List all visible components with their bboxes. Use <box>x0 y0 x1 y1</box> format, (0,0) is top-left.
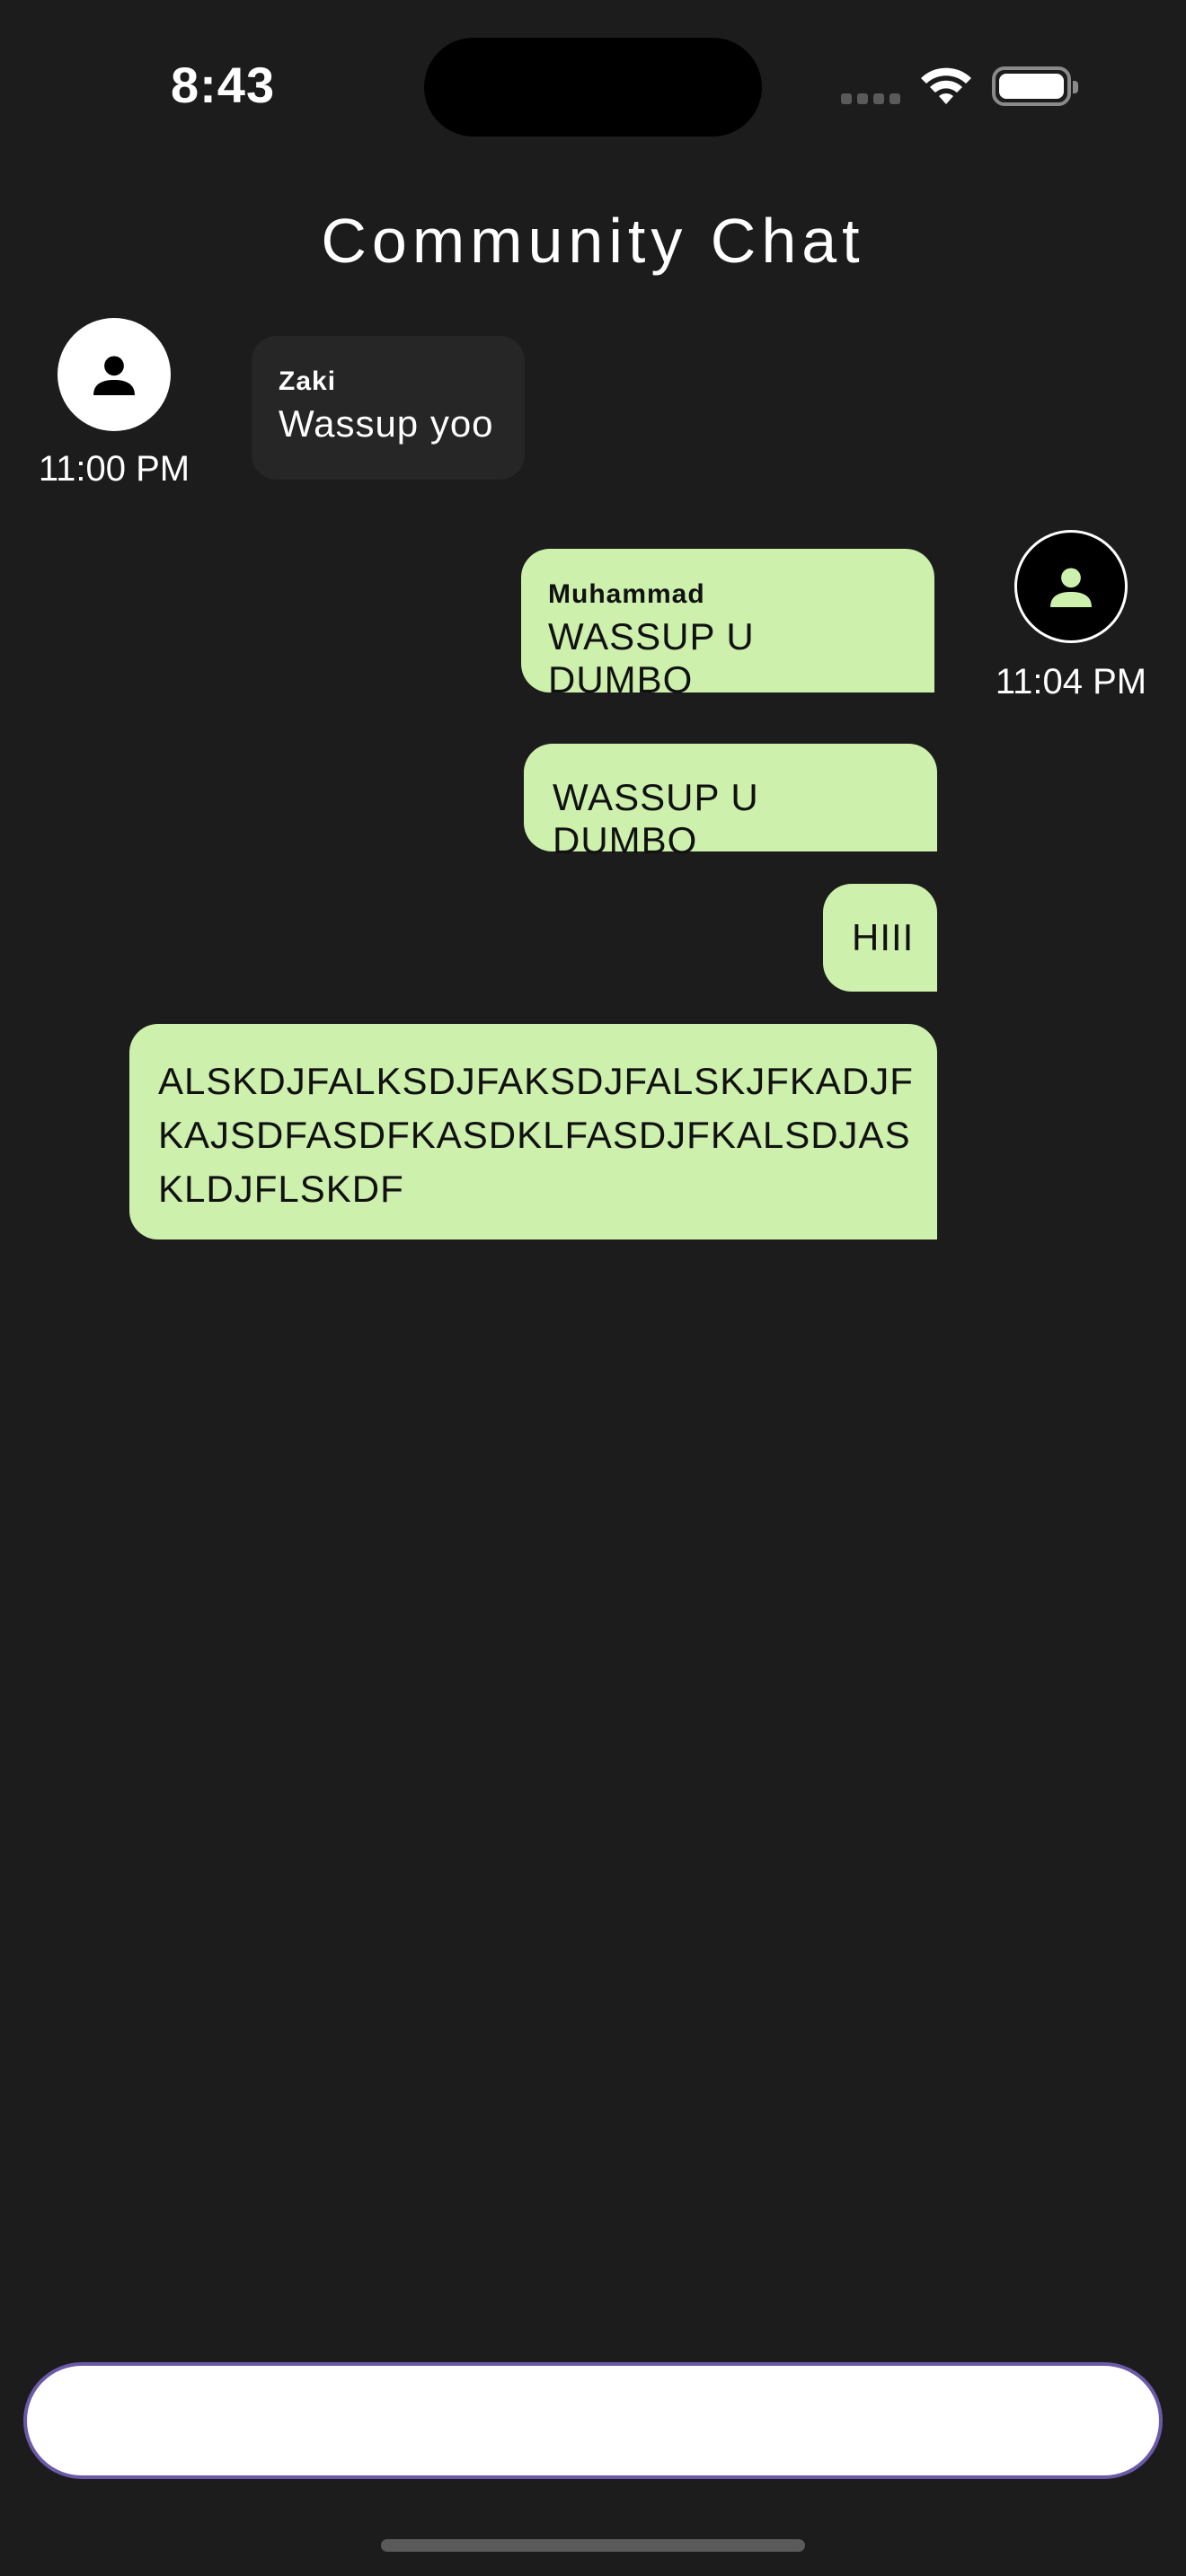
person-icon <box>1050 568 1092 607</box>
chat-screen: 8:43 Community Chat 11:00 PM Zaki Wassup… <box>0 0 1186 2576</box>
message-text: Wassup yoo <box>279 402 494 445</box>
message-bubble-outgoing[interactable]: ALSKDJFALKSDJFAKSDJFALSKJFKADJF KAJSDFAS… <box>129 1024 937 1239</box>
message-text-line: ALSKDJFALKSDJFAKSDJFALSKJFKADJF <box>158 1060 914 1102</box>
home-indicator[interactable] <box>381 2539 805 2552</box>
message-time: 11:00 PM <box>38 449 190 489</box>
battery-icon <box>992 66 1078 106</box>
person-icon <box>93 356 135 395</box>
page-title: Community Chat <box>321 206 865 276</box>
message-bubble-outgoing[interactable]: WASSUP U DUMBO <box>524 744 937 861</box>
message-time: 11:04 PM <box>995 662 1147 701</box>
status-time: 8:43 <box>171 57 276 113</box>
message-input[interactable] <box>23 2362 1163 2479</box>
dynamic-island <box>424 38 762 137</box>
message-bubble-outgoing[interactable]: Muhammad WASSUP U DUMBO <box>521 549 934 701</box>
message-text-line: KLDJFLSKDF <box>158 1168 404 1210</box>
avatar[interactable] <box>1014 530 1128 643</box>
message-text: WASSUP U DUMBO <box>548 615 755 701</box>
cellular-signal-icon <box>841 93 900 104</box>
message-bubble-incoming[interactable]: Zaki Wassup yoo <box>252 336 525 480</box>
message-bubble-outgoing[interactable]: HIII <box>823 884 937 992</box>
message-text-line: KAJSDFASDFKASDKLFASDJFKALSDJAS <box>158 1114 911 1156</box>
sender-name: Muhammad <box>548 579 705 609</box>
message-text: WASSUP U DUMBO <box>553 776 759 861</box>
message-text: HIII <box>852 916 915 958</box>
sender-name: Zaki <box>279 366 337 396</box>
wifi-icon <box>921 67 971 104</box>
avatar[interactable] <box>58 318 171 431</box>
